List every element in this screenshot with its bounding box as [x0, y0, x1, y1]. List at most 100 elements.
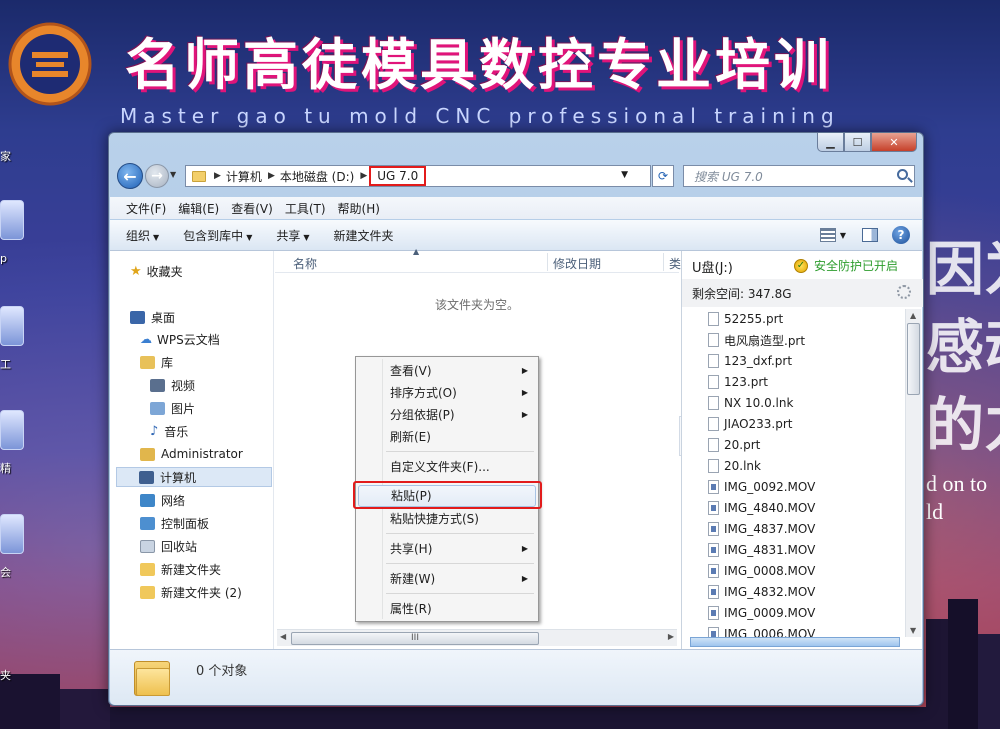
scroll-right-icon[interactable]: ▶: [668, 632, 674, 641]
desktop-shortcut-icon[interactable]: [0, 306, 24, 346]
menu-item-properties[interactable]: 属性(R): [358, 598, 536, 620]
usb-file-item[interactable]: IMG_0008.MOV: [708, 561, 815, 581]
sidebar-item-label: 视频: [171, 378, 196, 393]
sidebar-item-new-folder[interactable]: 新建文件夹: [140, 559, 221, 579]
scroll-down-icon[interactable]: ▼: [910, 626, 916, 635]
usb-file-item[interactable]: IMG_0009.MOV: [708, 603, 815, 623]
close-button[interactable]: ✕: [871, 133, 917, 152]
share-button[interactable]: 共享 ▼: [276, 227, 309, 244]
usb-file-item[interactable]: IMG_0092.MOV: [708, 477, 815, 497]
vertical-scrollbar[interactable]: ▲ ▼: [905, 309, 921, 637]
sidebar-item-favorites[interactable]: ★ 收藏夹: [130, 261, 183, 281]
column-divider[interactable]: [663, 253, 664, 271]
sidebar-item-new-folder-2[interactable]: 新建文件夹 (2): [140, 582, 242, 602]
usb-file-item[interactable]: IMG_4831.MOV: [708, 540, 815, 560]
chevron-right-icon[interactable]: ▶: [268, 171, 275, 181]
usb-file-item[interactable]: 123.prt: [708, 372, 768, 392]
sidebar-item-desktop[interactable]: 桌面: [130, 307, 175, 327]
preview-pane-icon[interactable]: [862, 228, 878, 242]
menu-bar: 文件(F) 编辑(E) 查看(V) 工具(T) 帮助(H): [110, 197, 922, 219]
navigation-bar: ← → ▼ ▶ 计算机 ▶ 本地磁盘 (D:) ▶ UG 7.0 ▼ ⟳ 搜索 …: [117, 161, 917, 191]
usb-file-item[interactable]: 电风扇造型.prt: [708, 330, 805, 350]
usb-file-item[interactable]: JIAO233.prt: [708, 414, 793, 434]
usb-file-item[interactable]: IMG_4832.MOV: [708, 582, 815, 602]
usb-horizontal-bar[interactable]: [690, 637, 900, 647]
usb-file-item[interactable]: 20.lnk: [708, 456, 761, 476]
history-dropdown-icon[interactable]: ▼: [170, 170, 176, 179]
breadcrumb-current-folder[interactable]: UG 7.0: [369, 166, 427, 186]
column-name[interactable]: 名称: [293, 255, 317, 272]
banner-subtitle: Master gao tu mold CNC professional trai…: [120, 104, 840, 128]
minimize-button[interactable]: ▁: [817, 133, 844, 152]
breadcrumb-drive-d[interactable]: 本地磁盘 (D:): [280, 168, 354, 185]
organize-button[interactable]: 组织 ▼: [126, 227, 159, 244]
recycle-bin-icon: [140, 539, 155, 553]
usb-file-item[interactable]: IMG_0006.MOV: [708, 624, 815, 637]
maximize-button[interactable]: ☐: [844, 133, 871, 152]
usb-file-item[interactable]: NX 10.0.lnk: [708, 393, 793, 413]
usb-file-item[interactable]: IMG_4840.MOV: [708, 498, 815, 518]
forward-button[interactable]: →: [145, 164, 169, 188]
column-divider[interactable]: [547, 253, 548, 271]
scroll-left-icon[interactable]: ◀: [280, 632, 286, 641]
sidebar-item-libraries[interactable]: 库: [140, 352, 173, 372]
refresh-button[interactable]: ⟳: [652, 165, 674, 187]
view-options-icon[interactable]: [819, 228, 836, 242]
menu-item-sort-by[interactable]: 排序方式(O) ▶: [358, 382, 536, 404]
sidebar-item-wps-cloud[interactable]: ☁ WPS云文档: [140, 329, 220, 349]
menu-tools[interactable]: 工具(T): [285, 200, 326, 217]
sidebar-item-videos[interactable]: 视频: [150, 375, 195, 395]
menu-edit[interactable]: 编辑(E): [178, 200, 219, 217]
usb-file-item[interactable]: IMG_4837.MOV: [708, 519, 815, 539]
network-icon: [140, 493, 155, 507]
column-type[interactable]: 类: [669, 255, 681, 272]
include-in-library-button[interactable]: 包含到库中 ▼: [183, 227, 252, 244]
new-folder-button[interactable]: 新建文件夹: [334, 227, 394, 244]
usb-file-item[interactable]: 123_dxf.prt: [708, 351, 792, 371]
horizontal-scrollbar[interactable]: ◀ III ▶: [277, 629, 677, 646]
sidebar-item-control-panel[interactable]: 控制面板: [140, 513, 209, 533]
usb-file-item[interactable]: 20.prt: [708, 435, 760, 455]
column-date-modified[interactable]: 修改日期: [553, 255, 601, 272]
sidebar-item-computer[interactable]: 计算机: [116, 467, 272, 487]
menu-item-customize-folder[interactable]: 自定义文件夹(F)...: [358, 456, 536, 478]
address-bar[interactable]: ▶ 计算机 ▶ 本地磁盘 (D:) ▶ UG 7.0 ▼: [185, 165, 651, 187]
sidebar-item-music[interactable]: ♪ 音乐: [150, 421, 188, 441]
menu-file[interactable]: 文件(F): [126, 200, 166, 217]
search-input[interactable]: 搜索 UG 7.0: [683, 165, 915, 187]
menu-view[interactable]: 查看(V): [231, 200, 273, 217]
chevron-down-icon[interactable]: ▼: [840, 231, 846, 240]
scrollbar-thumb[interactable]: III: [291, 632, 539, 645]
scrollbar-thumb[interactable]: [907, 323, 920, 395]
back-button[interactable]: ←: [117, 163, 143, 189]
chevron-right-icon[interactable]: ▶: [214, 171, 221, 181]
gear-icon[interactable]: [897, 285, 911, 299]
menu-item-view[interactable]: 查看(V) ▶: [358, 360, 536, 382]
sidebar-item-administrator[interactable]: Administrator: [140, 444, 243, 464]
menu-item-new[interactable]: 新建(W) ▶: [358, 568, 536, 590]
file-icon: [708, 354, 719, 368]
help-icon[interactable]: ?: [892, 226, 910, 244]
address-dropdown-icon[interactable]: ▼: [621, 170, 628, 180]
desktop-label: p: [0, 252, 7, 265]
menu-item-refresh[interactable]: 刷新(E): [358, 426, 536, 448]
sidebar-item-network[interactable]: 网络: [140, 490, 185, 510]
share-label: 共享: [276, 228, 301, 243]
desktop-shortcut-icon[interactable]: [0, 410, 24, 450]
chevron-right-icon[interactable]: ▶: [360, 171, 367, 181]
breadcrumb-computer[interactable]: 计算机: [226, 168, 262, 185]
menu-item-group-by[interactable]: 分组依据(P) ▶: [358, 404, 536, 426]
desktop-shortcut-icon[interactable]: [0, 514, 24, 554]
sidebar-item-pictures[interactable]: 图片: [150, 398, 195, 418]
sidebar-item-recycle-bin[interactable]: 回收站: [140, 536, 197, 556]
search-icon[interactable]: [897, 169, 908, 180]
menu-separator: [386, 451, 534, 452]
menu-item-paste-shortcut[interactable]: 粘贴快捷方式(S): [358, 508, 536, 530]
wallpaper-chinese-text: 因为 感动 的力: [926, 235, 1000, 459]
usb-file-item[interactable]: 52255.prt: [708, 309, 783, 329]
menu-item-share[interactable]: 共享(H) ▶: [358, 538, 536, 560]
scroll-up-icon[interactable]: ▲: [910, 311, 916, 320]
desktop-shortcut-icon[interactable]: [0, 200, 24, 240]
usb-protection-status[interactable]: ✓ 安全防护已开启: [794, 257, 898, 274]
menu-help[interactable]: 帮助(H): [338, 200, 380, 217]
